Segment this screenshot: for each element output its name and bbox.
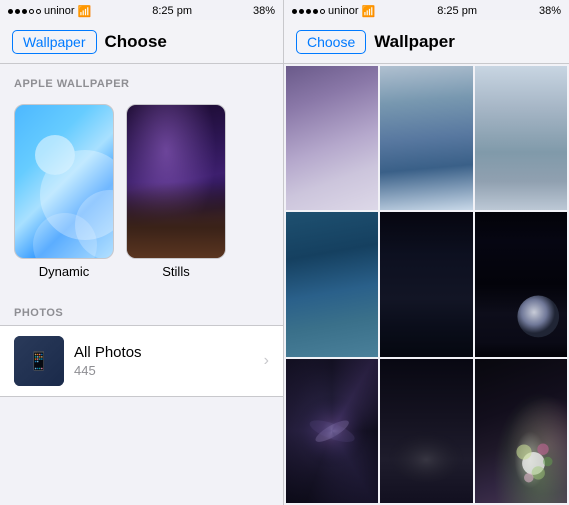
signal-dot-5 xyxy=(36,9,41,14)
left-status-left: uninor 📶 xyxy=(8,5,91,18)
gallery-item-earth-space[interactable] xyxy=(475,212,567,356)
right-signal-dots xyxy=(292,9,325,14)
left-back-button[interactable]: Wallpaper xyxy=(12,30,97,54)
right-panel: uninor 📶 8:25 pm 38% Choose Wallpaper xyxy=(284,0,569,505)
left-status-bar: uninor 📶 8:25 pm 38% xyxy=(0,0,283,20)
photos-chevron-icon: › xyxy=(264,352,269,370)
right-signal-dot-4 xyxy=(313,9,318,14)
photos-title: All Photos xyxy=(74,344,254,361)
left-panel: uninor 📶 8:25 pm 38% Wallpaper Choose AP… xyxy=(0,0,284,505)
dynamic-thumb xyxy=(14,104,114,259)
right-nav-bar: Choose Wallpaper xyxy=(284,20,569,64)
gallery-item-ocean-waves[interactable] xyxy=(286,212,378,356)
right-signal-dot-5 xyxy=(320,9,325,14)
signal-dot-3 xyxy=(22,9,27,14)
left-battery: 38% xyxy=(253,5,275,17)
left-nav-title: Choose xyxy=(105,32,167,52)
right-status-left: uninor 📶 xyxy=(292,5,375,18)
gallery-item-snowy-mountains[interactable] xyxy=(475,66,567,210)
wallpaper-gallery xyxy=(284,64,569,505)
right-battery: 38% xyxy=(539,5,561,17)
photos-count: 445 xyxy=(74,363,254,378)
gallery-item-snowy-forest[interactable] xyxy=(380,66,472,210)
gallery-item-flowers[interactable] xyxy=(475,359,567,503)
wifi-icon: 📶 xyxy=(78,5,92,18)
signal-dot-4 xyxy=(29,9,34,14)
all-photos-row[interactable]: 📱 All Photos 445 › xyxy=(0,325,283,397)
right-time: 8:25 pm xyxy=(437,5,477,17)
signal-dots xyxy=(8,9,41,14)
signal-dot-1 xyxy=(8,9,13,14)
right-signal-dot-3 xyxy=(306,9,311,14)
signal-dot-2 xyxy=(15,9,20,14)
dynamic-wallpaper-item[interactable]: Dynamic xyxy=(14,104,114,279)
wallpaper-grid: Dynamic Stills xyxy=(0,96,283,293)
right-nav-title: Wallpaper xyxy=(374,32,455,52)
photos-info: All Photos 445 xyxy=(64,344,264,378)
flowers-svg xyxy=(475,359,567,503)
right-signal-dot-2 xyxy=(299,9,304,14)
left-time: 8:25 pm xyxy=(152,5,192,17)
gallery-item-galaxy-sky[interactable] xyxy=(286,66,378,210)
dynamic-label: Dynamic xyxy=(39,264,90,279)
phone-icon: 📱 xyxy=(14,336,64,386)
right-wifi-icon: 📶 xyxy=(362,5,376,18)
right-back-button[interactable]: Choose xyxy=(296,30,366,54)
gallery-item-dark-desert[interactable] xyxy=(380,212,472,356)
right-signal-dot-1 xyxy=(292,9,297,14)
stills-label: Stills xyxy=(162,264,189,279)
gallery-item-galaxy-spiral[interactable] xyxy=(286,359,378,503)
moon-svg xyxy=(380,359,472,503)
photos-thumbnail: 📱 xyxy=(14,336,64,386)
gallery-item-moon-surface[interactable] xyxy=(380,359,472,503)
left-nav-bar: Wallpaper Choose xyxy=(0,20,283,64)
right-carrier-label: uninor xyxy=(328,5,359,17)
carrier-label: uninor xyxy=(44,5,75,17)
apple-wallpaper-header: APPLE WALLPAPER xyxy=(0,64,283,96)
earth-svg xyxy=(475,212,567,356)
galaxy-svg xyxy=(286,359,378,503)
stills-thumb xyxy=(126,104,226,259)
photos-header: PHOTOS xyxy=(0,293,283,325)
right-status-bar: uninor 📶 8:25 pm 38% xyxy=(284,0,569,20)
stills-wallpaper-item[interactable]: Stills xyxy=(126,104,226,279)
